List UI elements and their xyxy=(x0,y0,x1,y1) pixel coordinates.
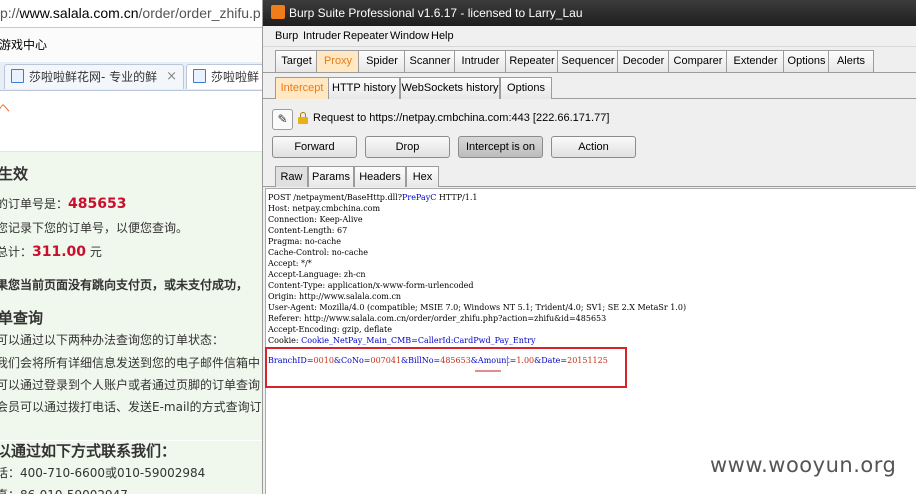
edit-pencil-icon[interactable]: ✎ xyxy=(272,109,293,130)
page-header-strip: ヘ xyxy=(0,91,262,152)
action-button[interactable]: Action xyxy=(551,136,636,158)
header-origin: Origin: http://www.salala.com.cn xyxy=(268,292,402,301)
header-content-length: Content-Length: 67 xyxy=(268,226,348,235)
order-number: 485653 xyxy=(68,196,127,212)
tab-intruder[interactable]: Intruder xyxy=(454,50,507,72)
tab-hex[interactable]: Hex xyxy=(406,166,439,187)
tab-options[interactable]: Options xyxy=(783,50,830,72)
arrow-icon: ヘ xyxy=(0,99,10,116)
tab-decoder[interactable]: Decoder xyxy=(617,50,670,72)
menu-help[interactable]: Help xyxy=(431,26,454,46)
browser-tab-2[interactable]: 莎啦啦鲜 xyxy=(186,64,262,89)
order-number-line: 的订单号是：485653 xyxy=(0,196,127,212)
page-icon xyxy=(11,69,24,83)
contact-phone: 话：400-710-6600或010-59002984 xyxy=(0,466,206,480)
order-confirmation: 生效 的订单号是：485653 您记录下您的订单号，以便您查询。 总计：311.… xyxy=(0,152,262,494)
tab-sequencer[interactable]: Sequencer xyxy=(557,50,619,72)
header-content-type: Content-Type: application/x-www-form-url… xyxy=(268,281,474,290)
favorite-item[interactable]: 游戏中心 xyxy=(0,28,47,62)
order-query-method-1: 我们会将所有详细信息发送到您的电子邮件信箱中 xyxy=(0,356,261,370)
page-icon xyxy=(193,69,206,83)
request-line: POST /netpayment/BaseHttp.dll?PrePayC HT… xyxy=(268,193,478,202)
menu-burp[interactable]: Burp xyxy=(275,26,298,46)
window-title-bar: Burp Suite Professional v1.6.17 - licens… xyxy=(263,0,916,26)
payment-warning: 果您当前页面没有跳向支付页，或未支付成功， xyxy=(0,278,249,292)
header-accept: Accept: */* xyxy=(268,259,312,268)
header-accept-encoding: Accept-Encoding: gzip, deflate xyxy=(268,325,393,334)
menu-repeater[interactable]: Repeater xyxy=(343,26,388,46)
tab-repeater[interactable]: Repeater xyxy=(505,50,559,72)
url-host: www.salala.com.cn xyxy=(19,5,139,21)
total-line: 总计：311.00 元 xyxy=(0,244,102,260)
tab-websockets-history[interactable]: WebSockets history xyxy=(400,77,500,99)
order-query-method-3: 会员可以通过拨打电话、发送E-mail的方式查询订单 xyxy=(0,400,263,414)
tab-scanner[interactable]: Scanner xyxy=(404,50,456,72)
order-query-method-2: 可以通过登录到个人账户或者通过页脚的订单查询 xyxy=(0,378,261,392)
close-icon[interactable]: × xyxy=(162,65,177,89)
header-connection: Connection: Keep-Alive xyxy=(268,215,363,224)
header-cookie: Cookie: Cookie_NetPay_Main_CMB=CallerId:… xyxy=(268,336,536,345)
tab-headers[interactable]: Headers xyxy=(354,166,406,187)
header-pragma: Pragma: no-cache xyxy=(268,237,341,246)
main-tab-bar: Target Proxy Spider Scanner Intruder Rep… xyxy=(263,48,916,73)
tab-comparer[interactable]: Comparer xyxy=(668,50,728,72)
tab-title: 莎啦啦鲜 xyxy=(211,70,260,84)
contact-heading: 以通过如下方式联系我们： xyxy=(0,442,177,460)
tab-spider[interactable]: Spider xyxy=(358,50,406,72)
browser-window: p://www.salala.com.cn/order/order_zhifu.… xyxy=(0,0,263,494)
burp-logo-icon xyxy=(271,5,285,19)
header-accept-language: Accept-Language: zh-cn xyxy=(268,270,366,279)
forward-button[interactable]: Forward xyxy=(272,136,357,158)
order-query-heading: 单查询 xyxy=(0,309,44,327)
tab-proxy[interactable]: Proxy xyxy=(316,50,360,72)
tab-extender[interactable]: Extender xyxy=(726,50,785,72)
header-cache-control: Cache-Control: no-cache xyxy=(268,248,368,257)
address-bar[interactable]: p://www.salala.com.cn/order/order_zhifu.… xyxy=(0,0,262,28)
tab-alerts[interactable]: Alerts xyxy=(828,50,874,72)
request-info-bar: ✎ Request to https://netpay.cmbchina.com… xyxy=(263,106,916,132)
record-note: 您记录下您的订单号，以便您查询。 xyxy=(0,221,189,235)
tab-params[interactable]: Params xyxy=(308,166,354,187)
watermark: www.wooyun.org xyxy=(710,453,897,477)
drop-button[interactable]: Drop xyxy=(365,136,450,158)
tab-proxy-options[interactable]: Options xyxy=(500,77,552,99)
tab-title: 莎啦啦鲜花网- 专业的鲜 xyxy=(29,70,158,84)
message-view-tab-bar: Raw Params Headers Hex xyxy=(263,164,916,187)
request-editor[interactable]: POST /netpayment/BaseHttp.dll?PrePayC HT… xyxy=(265,188,916,494)
tab-target[interactable]: Target xyxy=(275,50,318,72)
tab-http-history[interactable]: HTTP history xyxy=(328,77,400,99)
browser-tab-1[interactable]: 莎啦啦鲜花网- 专业的鲜 × xyxy=(4,64,184,89)
header-referer: Referer: http://www.salala.com.cn/order/… xyxy=(268,314,607,323)
highlight-box xyxy=(265,347,627,388)
total-amount: 311.00 xyxy=(32,244,87,260)
intercept-toggle-button[interactable]: Intercept is on xyxy=(458,136,543,158)
favorites-bar: 游戏中心 xyxy=(0,28,262,62)
menu-intruder[interactable]: Intruder xyxy=(303,26,341,46)
status-heading: 生效 xyxy=(0,165,29,183)
proxy-tab-bar: Intercept HTTP history WebSockets histor… xyxy=(263,76,916,99)
contact-fax: 真：86-010-59002947 xyxy=(0,486,128,494)
request-target: Request to https://netpay.cmbchina.com:4… xyxy=(313,112,610,124)
url-prefix: p:// xyxy=(0,5,20,21)
menu-bar: Burp Intruder Repeater Window Help xyxy=(263,26,916,47)
lock-icon xyxy=(298,112,308,124)
order-query-intro: 可以通过以下两种办法查询您的订单状态： xyxy=(0,333,225,347)
tab-intercept[interactable]: Intercept xyxy=(275,77,329,99)
tab-raw[interactable]: Raw xyxy=(275,166,308,187)
header-user-agent: User-Agent: Mozilla/4.0 (compatible; MSI… xyxy=(268,303,687,312)
menu-window[interactable]: Window xyxy=(390,26,429,46)
browser-tab-bar: 莎啦啦鲜花网- 专业的鲜 × 莎啦啦鲜 xyxy=(0,62,262,91)
burp-window: Burp Suite Professional v1.6.17 - licens… xyxy=(263,0,916,494)
window-title: Burp Suite Professional v1.6.17 - licens… xyxy=(289,6,583,20)
header-host: Host: netpay.cmbchina.com xyxy=(268,204,381,213)
url-path: /order/order_zhifu.p xyxy=(138,5,261,21)
